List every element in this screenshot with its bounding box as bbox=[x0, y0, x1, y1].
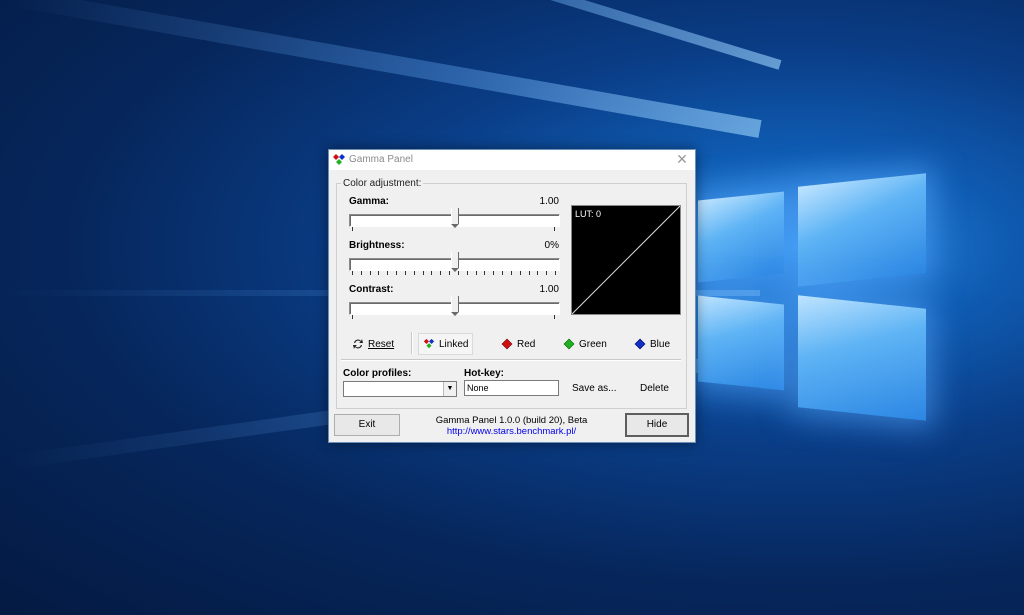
app-icon bbox=[333, 154, 345, 165]
lut-curve bbox=[572, 206, 680, 314]
version-text: Gamma Panel 1.0.0 (build 20), Beta bbox=[435, 415, 588, 426]
slider-tick bbox=[511, 271, 512, 275]
slider-tick bbox=[352, 271, 353, 275]
profiles-divider bbox=[341, 359, 681, 361]
slider-tick bbox=[378, 271, 379, 275]
slider-tick bbox=[476, 271, 477, 275]
slider-tick bbox=[431, 271, 432, 275]
green-label: Green bbox=[579, 338, 607, 350]
brightness-ticks bbox=[349, 271, 558, 276]
lut-label: LUT: 0 bbox=[575, 209, 602, 219]
blue-label: Blue bbox=[650, 338, 671, 350]
green-diamond-icon bbox=[563, 338, 575, 350]
color-profiles-label: Color profiles: bbox=[343, 368, 412, 379]
window-title: Gamma Panel bbox=[349, 154, 413, 165]
contrast-label: Contrast: bbox=[349, 284, 394, 295]
slider-tick bbox=[467, 271, 468, 275]
gamma-label: Gamma: bbox=[349, 196, 390, 207]
lut-preview: LUT: 0 bbox=[571, 205, 681, 315]
close-icon[interactable]: ✕ bbox=[675, 152, 689, 166]
slider-tick bbox=[554, 315, 555, 319]
delete-button[interactable]: Delete bbox=[640, 383, 669, 394]
slider-tick bbox=[546, 271, 547, 275]
slider-tick bbox=[554, 227, 555, 231]
homepage-link[interactable]: http://www.stars.benchmark.pl/ bbox=[409, 426, 614, 437]
slider-tick bbox=[502, 271, 503, 275]
linked-icon bbox=[423, 338, 435, 349]
slider-tick bbox=[449, 271, 450, 275]
blue-button[interactable]: Blue bbox=[634, 334, 670, 354]
windows-logo bbox=[690, 172, 935, 422]
slider-tick bbox=[520, 271, 521, 275]
hotkey-label: Hot-key: bbox=[464, 368, 505, 379]
slider-tick bbox=[352, 315, 353, 319]
color-profiles-dropdown[interactable]: ▼ bbox=[343, 381, 457, 397]
button-separator bbox=[411, 332, 413, 354]
title-bar[interactable]: Gamma Panel ✕ bbox=[329, 150, 695, 170]
reset-label: Reset bbox=[368, 338, 395, 350]
slider-tick bbox=[458, 271, 459, 275]
slider-tick bbox=[396, 271, 397, 275]
slider-tick bbox=[387, 271, 388, 275]
slider-tick bbox=[414, 271, 415, 275]
slider-tick bbox=[484, 271, 485, 275]
blue-diamond-icon bbox=[634, 338, 646, 350]
contrast-slider-thumb[interactable] bbox=[451, 296, 459, 316]
hide-button[interactable]: Hide bbox=[625, 413, 689, 437]
brightness-slider[interactable] bbox=[349, 252, 560, 276]
slider-tick bbox=[405, 271, 406, 275]
slider-tick bbox=[361, 271, 362, 275]
slider-tick bbox=[440, 271, 441, 275]
reset-button[interactable]: Reset bbox=[352, 334, 394, 354]
slider-tick bbox=[555, 271, 556, 275]
exit-button[interactable]: Exit bbox=[334, 414, 400, 436]
red-label: Red bbox=[517, 338, 536, 350]
slider-tick bbox=[493, 271, 494, 275]
gamma-slider[interactable] bbox=[349, 208, 560, 232]
gamma-value: 1.00 bbox=[539, 196, 559, 207]
slider-tick bbox=[423, 271, 424, 275]
linked-label: Linked bbox=[439, 338, 469, 350]
save-as-button[interactable]: Save as... bbox=[572, 383, 616, 394]
contrast-slider[interactable] bbox=[349, 296, 560, 320]
gamma-slider-thumb[interactable] bbox=[451, 208, 459, 228]
brightness-label: Brightness: bbox=[349, 240, 405, 251]
hotkey-field[interactable]: None bbox=[464, 380, 559, 396]
slider-tick bbox=[537, 271, 538, 275]
red-diamond-icon bbox=[501, 338, 513, 350]
linked-button[interactable]: Linked bbox=[418, 333, 474, 355]
slider-tick bbox=[529, 271, 530, 275]
contrast-ticks bbox=[349, 315, 558, 320]
slider-tick bbox=[352, 227, 353, 231]
contrast-value: 1.00 bbox=[539, 284, 559, 295]
brightness-value: 0% bbox=[544, 240, 559, 251]
gamma-ticks bbox=[349, 227, 558, 232]
brightness-slider-thumb[interactable] bbox=[451, 252, 459, 272]
reset-icon bbox=[353, 339, 363, 349]
red-button[interactable]: Red bbox=[501, 334, 535, 354]
dropdown-arrow-icon[interactable]: ▼ bbox=[443, 382, 456, 396]
slider-tick bbox=[370, 271, 371, 275]
green-button[interactable]: Green bbox=[563, 334, 607, 354]
color-adjustment-label: Color adjustment: bbox=[341, 178, 424, 189]
gamma-panel-window: Gamma Panel ✕ Color adjustment: Gamma: 1… bbox=[328, 149, 696, 443]
